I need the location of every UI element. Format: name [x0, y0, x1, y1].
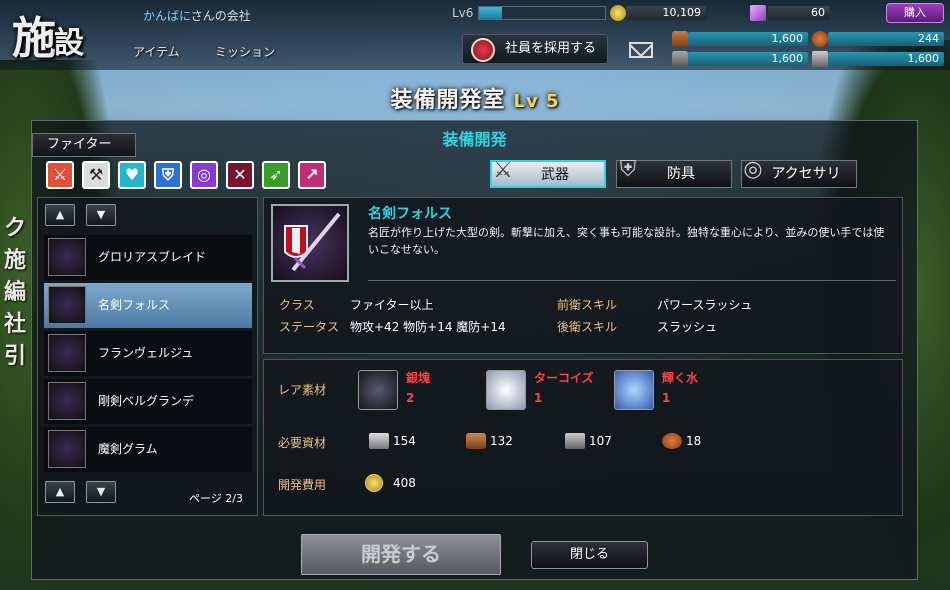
gold-coin-icon	[365, 474, 383, 492]
tab-armor[interactable]: ⛨ 防具	[616, 157, 732, 188]
gem-amount: 60	[768, 6, 830, 20]
spear-icon[interactable]: ↗	[298, 161, 326, 189]
list-item[interactable]: 魔剣グラム	[44, 427, 252, 472]
rare-material-name: 銀塊	[406, 371, 431, 385]
list-item-selected[interactable]: 名剣フォルス	[44, 283, 252, 328]
item-thumb-icon	[48, 382, 86, 420]
required-ore: 154	[393, 434, 416, 448]
shining-water-icon	[614, 370, 654, 410]
side-tab-company[interactable]: 社	[0, 308, 30, 340]
food-icon	[812, 31, 828, 47]
required-resources-label: 必要資材	[278, 436, 327, 450]
ore-icon	[369, 433, 389, 449]
item-name: 名剣フォルス	[368, 206, 452, 222]
ore-amount: 1,600	[688, 52, 808, 66]
tab-weapon[interactable]: ⚔ 武器	[490, 158, 606, 188]
list-item[interactable]: グロリアスブレイド	[44, 235, 252, 280]
item-thumb-icon	[48, 286, 86, 324]
detail-divider	[368, 280, 896, 281]
cost-value: 408	[393, 476, 416, 490]
item-thumb-icon	[48, 334, 86, 372]
gold-coin-icon	[610, 5, 626, 21]
page-indicator: ページ 2/3	[189, 492, 243, 505]
food-amount: 244	[828, 32, 944, 46]
rare-material-count: 2	[406, 391, 415, 405]
status-label: ステータス	[279, 320, 340, 334]
shield-icon[interactable]: ⛨	[154, 161, 182, 189]
panel-heading: 装備開発	[442, 130, 507, 149]
back-skill-label: 後衛スキル	[557, 320, 618, 334]
buy-button[interactable]: 購入	[886, 3, 944, 23]
item-description: 名匠が作り上げた大型の剣。斬撃に加え、突く事も可能な設計。独特な重心により、並み…	[368, 226, 885, 256]
class-label: クラス	[279, 298, 315, 312]
item-thumb-icon	[48, 238, 86, 276]
side-tab-retire[interactable]: 引	[0, 340, 30, 372]
list-up-button[interactable]: ▲	[45, 204, 75, 226]
exp-fill	[479, 7, 502, 19]
seal-icon	[471, 38, 495, 62]
weapon-tab-icon: ⚔	[493, 158, 513, 183]
side-tab-quest[interactable]: ク	[0, 212, 30, 244]
cost-label: 開発費用	[278, 478, 327, 492]
side-tab-formation[interactable]: 編	[0, 276, 30, 308]
accessory-tab-icon: ◎	[743, 157, 763, 182]
rare-material-count: 1	[534, 391, 543, 405]
stone-icon	[812, 51, 828, 67]
food-icon	[662, 433, 682, 449]
bow-icon[interactable]: ➶	[262, 161, 290, 189]
mail-icon[interactable]	[629, 42, 653, 58]
list-item[interactable]: フランヴェルジュ	[44, 331, 252, 376]
list-item[interactable]: 剛剣ベルグランデ	[44, 379, 252, 424]
exp-bar	[478, 6, 606, 20]
develop-button[interactable]: 開発する	[301, 534, 501, 575]
stone-icon	[565, 433, 585, 449]
wood-icon	[466, 433, 486, 449]
player-level: Lv6	[452, 6, 474, 20]
rare-material-name: ターコイズ	[534, 371, 594, 385]
front-skill-value: パワースラッシュ	[657, 298, 753, 312]
silver-ingot-icon	[358, 370, 398, 410]
wood-icon	[672, 31, 688, 47]
page-up-button[interactable]: ▲	[45, 481, 75, 503]
back-skill-value: スラッシュ	[657, 320, 718, 334]
class-tab-fighter[interactable]: ファイター	[32, 133, 136, 157]
rare-material-label: レア素材	[278, 383, 327, 397]
side-tab-facility[interactable]: 施	[0, 244, 30, 276]
heart-shield-icon[interactable]: ♥	[118, 161, 146, 189]
crossed-swords-icon[interactable]: ✕	[226, 161, 254, 189]
side-tabs: ク 施 編 社 引	[0, 212, 30, 372]
required-stone: 107	[589, 434, 612, 448]
company-name: かんばにさんの会社	[143, 9, 251, 23]
room-title: 装備開発室 Lv 5	[390, 88, 560, 113]
facility-title: 施設	[12, 13, 84, 64]
rare-material-name: 輝く水	[662, 371, 699, 385]
item-thumb-icon	[48, 430, 86, 468]
rare-material-count: 1	[662, 391, 671, 405]
required-wood: 132	[490, 434, 513, 448]
ore-icon	[672, 51, 688, 67]
required-food: 18	[686, 434, 702, 448]
tab-accessory[interactable]: ◎ アクセサリ	[741, 157, 857, 188]
sword-shield-icon	[271, 204, 349, 282]
sword-icon[interactable]: ⚔	[46, 161, 74, 189]
front-skill-label: 前衛スキル	[557, 298, 618, 312]
room-level: Lv 5	[513, 91, 560, 112]
close-button[interactable]: 閉じる	[531, 541, 648, 569]
page-down-button[interactable]: ▼	[86, 481, 116, 503]
list-down-button[interactable]: ▼	[86, 204, 116, 226]
menu-missions-link[interactable]: ミッション	[215, 43, 275, 60]
ring-icon[interactable]: ◎	[190, 161, 218, 189]
turquoise-gem-icon	[486, 370, 526, 410]
gem-icon	[750, 5, 766, 21]
wood-amount: 1,600	[688, 32, 808, 46]
gold-amount: 10,109	[626, 6, 706, 20]
status-value: 物攻+42 物防+14 魔防+14	[350, 320, 506, 334]
armor-tab-icon: ⛨	[619, 157, 637, 182]
hire-employee-button[interactable]: 社員を採用する	[462, 34, 608, 64]
axe-icon[interactable]: ⚒	[82, 161, 110, 189]
menu-items-link[interactable]: アイテム	[133, 43, 180, 60]
stone-amount: 1,600	[828, 52, 944, 66]
class-value: ファイター以上	[350, 298, 434, 312]
